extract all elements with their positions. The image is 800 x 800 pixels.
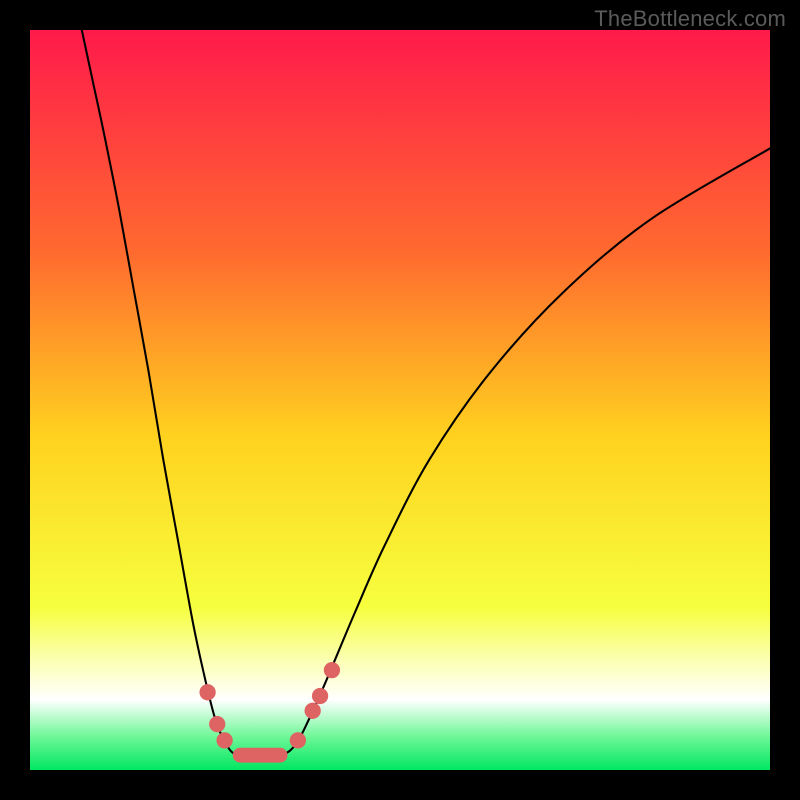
- marker-layer: [199, 662, 340, 749]
- data-marker: [312, 688, 328, 704]
- bottleneck-curve: [82, 30, 770, 756]
- image-frame: TheBottleneck.com: [0, 0, 800, 800]
- watermark-text: TheBottleneck.com: [594, 6, 786, 32]
- data-marker: [199, 684, 215, 700]
- data-marker: [290, 732, 306, 748]
- data-marker: [209, 716, 225, 732]
- plot-area: [30, 30, 770, 770]
- data-marker: [305, 703, 321, 719]
- curve-layer: [30, 30, 770, 770]
- data-marker: [216, 732, 232, 748]
- bottom-bar: [233, 748, 288, 763]
- data-marker: [324, 662, 340, 678]
